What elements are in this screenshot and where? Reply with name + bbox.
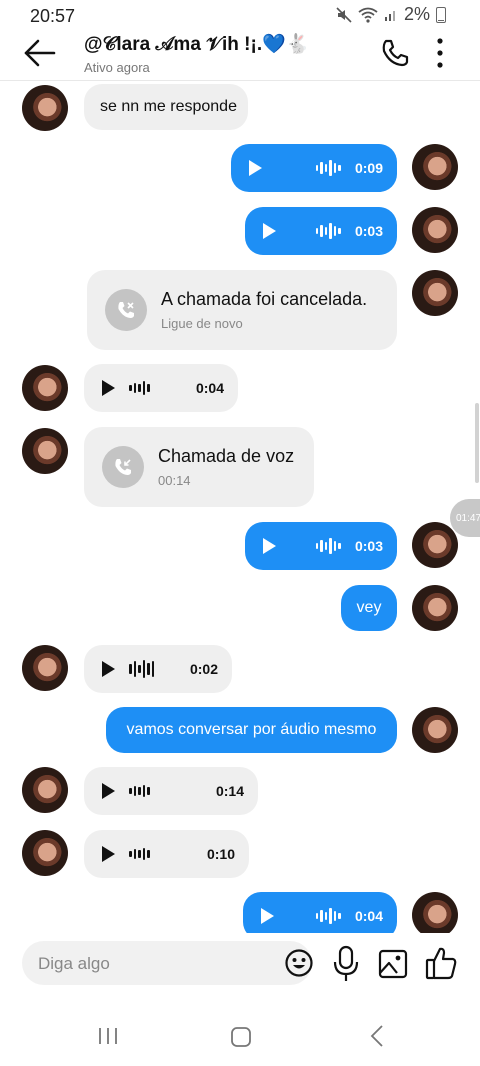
play-icon[interactable] (249, 160, 262, 176)
my-avatar (412, 585, 458, 631)
audio-duration: 0:10 (206, 846, 235, 862)
message-list[interactable]: se nn me responde 0:09 0:03 A chamada fo… (0, 81, 480, 933)
status-time: 20:57 (30, 6, 76, 26)
contact-avatar[interactable] (22, 645, 68, 691)
timestamp-pill[interactable]: 01:47 (450, 499, 480, 537)
battery-percent: 2% (403, 4, 430, 24)
scrollbar[interactable] (475, 403, 479, 483)
audio-message[interactable]: 0:03 (245, 522, 397, 570)
contact-avatar[interactable] (22, 365, 68, 411)
status-icons: 2% (336, 4, 446, 25)
waveform-icon (315, 538, 341, 554)
waveform-icon (129, 381, 150, 395)
waveform-icon (315, 908, 341, 924)
audio-duration: 0:03 (354, 538, 383, 554)
my-avatar (412, 892, 458, 933)
arrow-left-icon[interactable] (20, 36, 60, 70)
signal-icon (384, 10, 395, 21)
voice-call-card[interactable]: Chamada de voz 00:14 (84, 427, 314, 507)
audio-duration: 0:02 (189, 661, 218, 677)
message-bubble[interactable]: vey (341, 585, 397, 631)
call-title: Chamada de voz (158, 446, 295, 466)
audio-message[interactable]: 0:14 (84, 767, 258, 815)
audio-message[interactable]: 0:04 (243, 892, 397, 933)
system-nav-bar (0, 1006, 480, 1066)
play-icon[interactable] (102, 380, 115, 396)
my-avatar (412, 522, 458, 568)
play-icon[interactable] (263, 223, 276, 239)
chat-header: @𝒞lara 𝒜ma 𝒱ih !¡.💙🐇 Ativo agora (0, 30, 480, 80)
waveform-icon (129, 848, 150, 860)
mic-icon[interactable] (330, 945, 362, 983)
waveform-icon (315, 223, 341, 239)
recent-apps-icon[interactable] (96, 1026, 120, 1046)
contact-avatar[interactable] (22, 85, 68, 131)
audio-duration: 0:09 (354, 160, 383, 176)
audio-message[interactable]: 0:09 (231, 144, 397, 192)
message-bubble[interactable]: se nn me responde (84, 84, 248, 130)
play-icon[interactable] (102, 783, 115, 799)
audio-duration: 0:14 (215, 783, 244, 799)
my-avatar (412, 144, 458, 190)
play-icon[interactable] (102, 661, 115, 677)
play-icon[interactable] (102, 846, 115, 862)
play-icon[interactable] (263, 538, 276, 554)
message-input[interactable] (36, 941, 260, 987)
contact-avatar[interactable] (22, 830, 68, 876)
waveform-icon (129, 785, 150, 797)
my-avatar (412, 207, 458, 253)
call-cancelled-card[interactable]: A chamada foi cancelada. Ligue de novo (87, 270, 397, 350)
active-status: Ativo agora (84, 60, 150, 75)
audio-message[interactable]: 0:10 (84, 830, 249, 878)
wifi-icon (358, 7, 378, 23)
image-icon[interactable] (377, 947, 409, 981)
play-icon[interactable] (261, 908, 274, 924)
audio-duration: 0:04 (195, 380, 224, 396)
more-vertical-icon[interactable] (430, 36, 450, 70)
contact-avatar[interactable] (22, 428, 68, 474)
message-input-wrapper[interactable] (22, 941, 314, 987)
my-avatar (412, 270, 458, 316)
missed-call-icon (105, 289, 147, 331)
back-chevron-icon[interactable] (368, 1024, 386, 1048)
battery-icon (436, 6, 446, 23)
audio-duration: 0:04 (354, 908, 383, 924)
smile-icon[interactable] (284, 948, 314, 978)
composer-bar (0, 933, 480, 993)
my-avatar (412, 707, 458, 753)
message-bubble[interactable]: vamos conversar por áudio mesmo (106, 707, 397, 753)
audio-message[interactable]: 0:02 (84, 645, 232, 693)
phone-icon[interactable] (378, 36, 412, 70)
waveform-icon (129, 660, 154, 678)
audio-message[interactable]: 0:04 (84, 364, 238, 412)
call-again-link[interactable]: Ligue de novo (161, 316, 367, 331)
home-icon[interactable] (230, 1026, 252, 1048)
waveform-icon (315, 160, 341, 176)
mute-icon (336, 6, 352, 23)
call-duration: 00:14 (158, 473, 191, 488)
call-title: A chamada foi cancelada. (161, 289, 368, 309)
thumbs-up-icon[interactable] (424, 945, 458, 981)
audio-message[interactable]: 0:03 (245, 207, 397, 255)
incoming-call-icon (102, 446, 144, 488)
contact-name[interactable]: @𝒞lara 𝒜ma 𝒱ih !¡.💙🐇 (84, 32, 309, 56)
audio-duration: 0:03 (354, 223, 383, 239)
contact-avatar[interactable] (22, 767, 68, 813)
status-bar: 20:57 2% (0, 0, 480, 30)
